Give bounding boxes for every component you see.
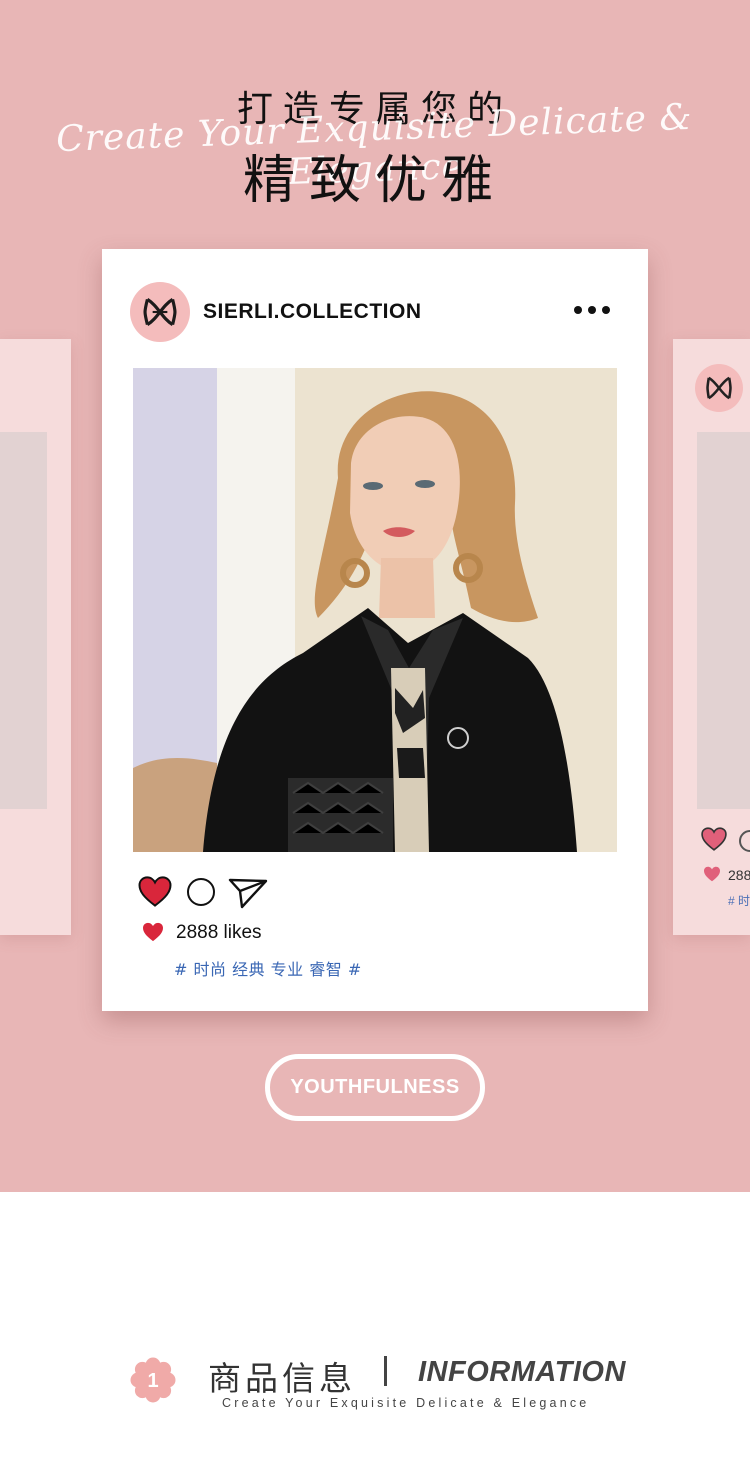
hero-section: 打造专属您的 Create Your Exquisite Delicate & …: [0, 0, 750, 1192]
brand-logo-icon: [695, 364, 743, 412]
more-horizontal-icon[interactable]: [574, 306, 614, 318]
youthfulness-button[interactable]: YOUTHFULNESS: [265, 1054, 485, 1121]
info-number: 1: [147, 1370, 158, 1392]
likes-heart-icon: [143, 922, 163, 942]
info-title-en: INFORMATION: [418, 1356, 626, 1388]
hashtags[interactable]: # 时尚 经典 专业 睿智 #: [174, 956, 362, 980]
heart-icon: [701, 827, 727, 851]
info-subtitle: Create Your Exquisite Delicate & Eleganc…: [222, 1396, 590, 1410]
post-card: SIERLI.COLLECTION 2888 likes # 时尚 经典 专业 …: [102, 249, 648, 1011]
next-post-image: [697, 432, 750, 809]
previous-post-card[interactable]: [0, 339, 71, 935]
likes-heart-icon: [704, 866, 720, 882]
comment-icon: [739, 830, 750, 852]
flower-number-icon: 1: [130, 1357, 176, 1403]
hero-title-line2: 精致优雅: [242, 151, 507, 211]
send-icon[interactable]: [228, 877, 268, 909]
divider: [384, 1356, 387, 1386]
avatar[interactable]: [130, 282, 190, 342]
account-name[interactable]: SIERLI.COLLECTION: [203, 300, 422, 324]
likes-count: 2888: [728, 867, 750, 883]
previous-post-image: [0, 432, 47, 809]
post-photo: [133, 368, 617, 852]
brand-logo-icon: [143, 298, 177, 326]
next-post-card[interactable]: 2888 # 时: [673, 339, 750, 935]
hashtags: # 时: [728, 894, 750, 908]
info-title-cn: 商品信息: [208, 1359, 356, 1398]
like-heart-icon[interactable]: [138, 876, 172, 907]
likes-count[interactable]: 2888 likes: [176, 922, 262, 944]
comment-icon[interactable]: [187, 878, 215, 906]
